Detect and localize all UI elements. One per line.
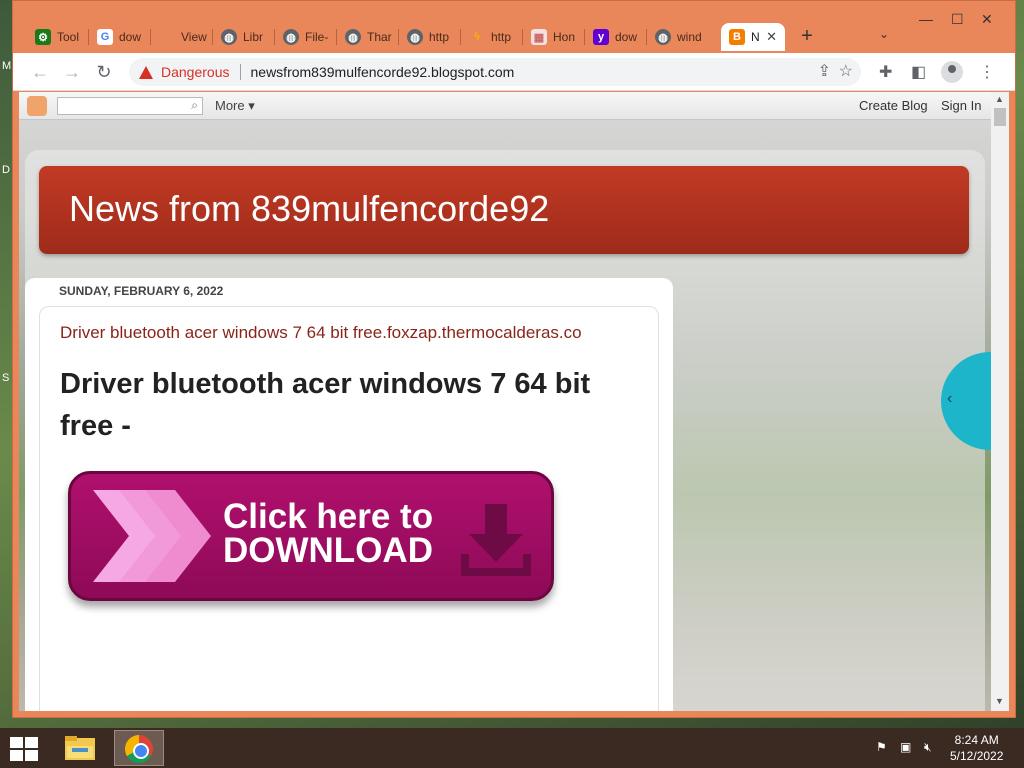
bookmark-star-icon[interactable]: ☆ <box>839 61 853 81</box>
action-center-flag-icon[interactable]: ⚑ <box>876 740 887 754</box>
tab-label: File- <box>305 30 329 44</box>
chevron-arrows-icon <box>93 490 211 582</box>
network-icon[interactable]: ▣ <box>900 740 911 754</box>
windows-start-icon[interactable] <box>10 737 38 761</box>
new-tab-button[interactable]: + <box>795 25 819 49</box>
tab-label: dow <box>615 30 638 44</box>
post-date: SUNDAY, FEBRUARY 6, 2022 <box>59 284 224 298</box>
yahoo-icon: y <box>593 29 609 45</box>
side-panel-icon[interactable]: ◧ <box>911 62 926 82</box>
post-column: SUNDAY, FEBRUARY 6, 2022 Driver bluetoot… <box>25 278 673 711</box>
lightning-icon: ϟ <box>474 31 480 43</box>
tab[interactable]: ϟ http <box>461 23 523 51</box>
desktop-edge-letter: D <box>2 164 10 176</box>
taskbar: ⚑ ▣ 🔇︎ 8:24 AM 5/12/2022 <box>0 728 1024 768</box>
tab[interactable]: ◍ Libr <box>213 23 275 51</box>
tab-label: http <box>429 30 450 44</box>
tab[interactable]: G dow <box>89 23 151 51</box>
tab-label: http <box>491 30 512 44</box>
post-card: Driver bluetooth acer windows 7 64 bit f… <box>39 306 659 711</box>
google-icon: G <box>97 29 113 45</box>
globe-icon: ◍ <box>345 29 361 45</box>
tab-label: dow <box>119 30 142 44</box>
scroll-thumb[interactable] <box>994 108 1006 126</box>
post-link[interactable]: Driver bluetooth acer windows 7 64 bit f… <box>60 323 582 343</box>
share-icon[interactable]: ⇪ <box>818 61 831 81</box>
tab-label: Libr <box>243 30 264 44</box>
tab-label: Tool <box>57 30 80 44</box>
tab[interactable]: ◍ File- <box>275 23 337 51</box>
gear-icon: ⚙ <box>35 29 51 45</box>
tab-label: Hon <box>553 30 576 44</box>
blog-header: News from 839mulfencorde92 <box>39 166 969 254</box>
globe-icon: ◍ <box>655 29 671 45</box>
forward-arrow-icon[interactable]: → <box>61 61 83 83</box>
address-bar[interactable]: Dangerous newsfrom839mulfencorde92.blogs… <box>129 58 861 86</box>
chrome-taskbar-icon[interactable] <box>114 730 164 766</box>
url-text[interactable]: newsfrom839mulfencorde92.blogspot.com <box>251 64 515 80</box>
tab-label: View <box>181 30 207 44</box>
search-icon[interactable]: ⌕ <box>191 98 198 113</box>
chevron-left-icon: ‹ <box>947 390 953 407</box>
clock-date: 5/12/2022 <box>950 749 1004 763</box>
tab[interactable]: ◍ http <box>399 23 461 51</box>
maximize-button[interactable]: ☐ <box>951 11 964 28</box>
download-icon <box>461 504 531 576</box>
clock-time: 8:24 AM <box>954 733 999 747</box>
close-tab-icon[interactable]: ✕ <box>766 29 777 45</box>
minimize-button[interactable]: — <box>919 11 933 27</box>
sign-in-link[interactable]: Sign In <box>941 98 981 113</box>
browser-window: ⚙ Tool G dow View ◍ Libr ◍ File- ◍ Thar … <box>12 0 1016 718</box>
tab[interactable]: y dow <box>585 23 647 51</box>
tab-search-button[interactable]: ⌄ <box>879 27 889 41</box>
blog-title[interactable]: News from 839mulfencorde92 <box>69 188 549 230</box>
photo-icon: ▦ <box>531 29 547 45</box>
profile-avatar[interactable] <box>941 61 963 83</box>
back-arrow-icon[interactable]: ← <box>29 61 51 83</box>
tab-label: wind <box>677 30 702 44</box>
download-label: Click here to DOWNLOAD <box>223 497 434 570</box>
browser-toolbar: ← → ↻ Dangerous newsfrom839mulfencorde92… <box>13 53 1015 91</box>
blogger-navbar: ⌕ More ▾ Create Blog Sign In <box>19 92 995 120</box>
tab-active[interactable]: B N ✕ <box>721 23 785 51</box>
globe-icon: ◍ <box>221 29 237 45</box>
tab-label: N <box>751 30 760 44</box>
extensions-puzzle-icon[interactable]: ✚ <box>879 62 892 82</box>
tab-label: Thar <box>367 30 392 44</box>
create-blog-link[interactable]: Create Blog <box>859 98 928 113</box>
navbar-search-input[interactable]: ⌕ <box>57 97 203 115</box>
blogger-icon: B <box>729 29 745 45</box>
tab-strip: ⚙ Tool G dow View ◍ Libr ◍ File- ◍ Thar … <box>13 1 1015 53</box>
more-menu[interactable]: More ▾ <box>215 98 255 114</box>
blogger-logo-icon[interactable] <box>27 96 47 116</box>
warning-icon <box>139 65 153 79</box>
security-status[interactable]: Dangerous <box>161 64 230 80</box>
desktop-edge-letter: S <box>2 372 10 384</box>
file-explorer-icon[interactable] <box>64 734 96 762</box>
page-viewport: ⌕ More ▾ Create Blog Sign In News from 8… <box>19 92 995 711</box>
desktop-edge-letter: M <box>2 60 12 72</box>
menu-kebab-icon[interactable]: ⋮ <box>979 62 995 82</box>
download-button[interactable]: Click here to DOWNLOAD <box>68 471 554 601</box>
blank-icon <box>159 29 175 45</box>
scroll-down-icon[interactable]: ▼ <box>995 696 1004 706</box>
post-title: Driver bluetooth acer windows 7 64 bit f… <box>60 368 591 442</box>
tab[interactable]: ⚙ Tool <box>27 23 89 51</box>
scroll-up-icon[interactable]: ▲ <box>995 94 1004 104</box>
close-window-button[interactable]: ✕ <box>981 11 993 28</box>
reload-icon[interactable]: ↻ <box>93 61 115 83</box>
page-scrollbar[interactable]: ▲ ▼ <box>991 92 1009 711</box>
tab[interactable]: ◍ Thar <box>337 23 399 51</box>
globe-icon: ◍ <box>283 29 299 45</box>
tab[interactable]: ◍ wind <box>647 23 717 51</box>
tab[interactable]: ▦ Hon <box>523 23 585 51</box>
globe-icon: ◍ <box>407 29 423 45</box>
volume-muted-icon[interactable]: 🔇︎ <box>924 740 932 755</box>
tab[interactable]: View <box>151 23 213 51</box>
system-clock[interactable]: 8:24 AM 5/12/2022 <box>950 732 1003 764</box>
